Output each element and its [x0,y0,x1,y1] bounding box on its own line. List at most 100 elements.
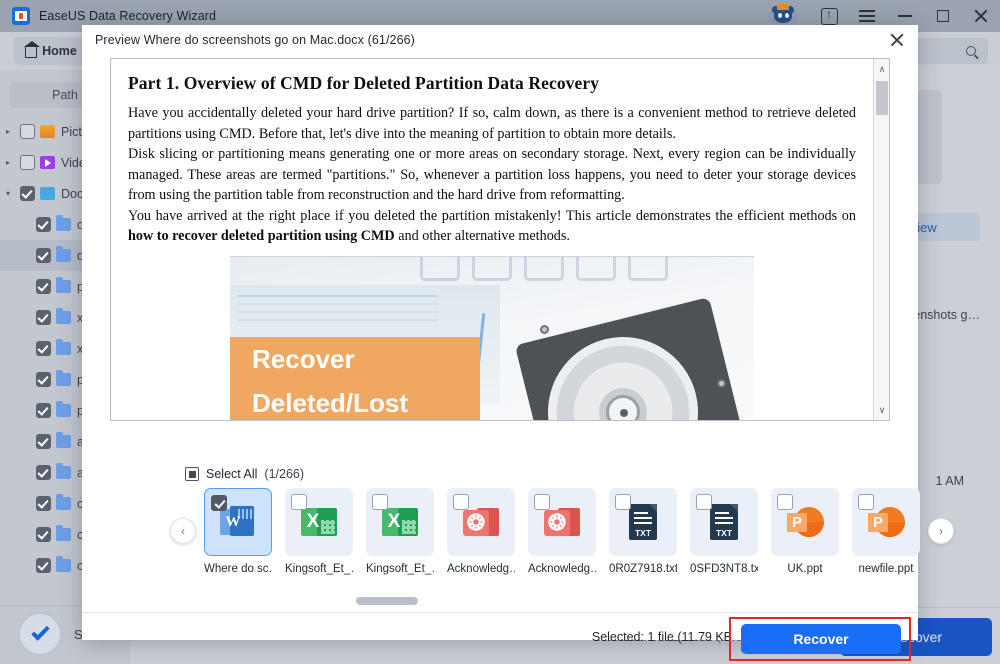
tree-checkbox[interactable] [36,465,51,480]
thumbnail-label: UK.ppt [787,563,823,575]
thumbnail-box[interactable]: TXT [609,488,677,556]
thumbnail-label: newfile.ppt [858,563,914,575]
tree-checkbox[interactable] [36,310,51,325]
thumbnail-item[interactable]: P UK.ppt [771,488,839,575]
folder-icon [56,277,71,293]
folder-icon [56,556,71,572]
close-button[interactable] [962,0,1000,32]
thumbnail-checkbox[interactable] [696,494,712,510]
thumbnail-label: Kingsoft_Et_… [366,563,434,575]
thumbnail-checkbox[interactable] [858,494,874,510]
dialog-title: Preview Where do screenshots go on Mac.d… [95,33,415,47]
document-preview-panel: Part 1. Overview of CMD for Deleted Part… [110,58,890,421]
thumbnail-checkbox[interactable] [777,494,793,510]
app-title: EaseUS Data Recovery Wizard [39,9,217,23]
documents-icon [40,187,55,200]
background-file-time: 1 AM [935,474,965,488]
thumbnail-box[interactable]: ❂ [528,488,596,556]
tree-twisty-icon[interactable]: ▸ [6,158,20,167]
folder-icon [56,432,71,448]
preview-dialog: Preview Where do screenshots go on Mac.d… [82,25,954,661]
thumbnail-label: Acknowledg… [447,563,515,575]
document-vertical-scrollbar[interactable]: ∧ ∨ [873,59,889,420]
thumbnail-item[interactable]: W Where do sc… [204,488,272,575]
tree-checkbox[interactable] [20,124,35,139]
hscrollbar-thumb[interactable] [356,597,418,605]
tree-checkbox[interactable] [36,434,51,449]
thumbnail-prev-button[interactable]: ‹ [170,518,196,544]
thumbnail-checkbox[interactable] [534,494,550,510]
thumbnail-box[interactable]: W [204,488,272,556]
tree-checkbox[interactable] [36,248,51,263]
tree-checkbox[interactable] [36,217,51,232]
scrollbar-thumb[interactable] [876,81,888,115]
folder-icon [56,463,71,479]
thumbnail-item[interactable]: ❂ Acknowledg… [528,488,596,575]
select-all-checkbox[interactable] [185,467,199,481]
scroll-down-icon[interactable]: ∨ [874,402,890,418]
para3-part-c: and other alternative methods. [394,228,570,244]
thumbnail-box[interactable]: X [366,488,434,556]
image-text-line2: Deleted/Lost [252,387,409,418]
thumbnail-box[interactable]: P [852,488,920,556]
document-paragraph-3: You have arrived at the right place if y… [128,206,856,247]
app-logo-icon [12,7,30,25]
folder-icon [56,494,71,510]
home-label: Home [42,44,77,58]
thumbnail-checkbox[interactable] [211,495,227,511]
para3-part-a: You have arrived at the right place if y… [128,207,856,224]
thumbnail-box[interactable]: P [771,488,839,556]
maximize-button[interactable] [924,0,962,32]
tree-checkbox[interactable] [36,403,51,418]
select-all-count: (1/266) [264,467,305,481]
tree-checkbox[interactable] [36,341,51,356]
folder-icon [56,525,71,541]
screenshot-root: EaseUS Data Recovery Wizard Home [0,0,1000,664]
tree-checkbox[interactable] [20,186,35,201]
thumbnail-label: Acknowledg… [528,563,596,575]
dialog-close-icon[interactable] [880,25,914,55]
thumbnail-list: W Where do sc… X Kingsoft_Et_… X Kingsoft_Et_… [204,488,920,575]
thumbnail-checkbox[interactable] [453,494,469,510]
document-paragraph-2: Disk slicing or partitioning means gener… [128,146,856,203]
recover-button[interactable]: Recover [741,624,901,654]
thumbnail-checkbox[interactable] [291,494,307,510]
thumbnail-item[interactable]: TXT 0SFD3NT8.txt [690,488,758,575]
thumbnail-horizontal-scrollbar[interactable] [110,597,890,606]
thumbnail-item[interactable]: TXT 0R0Z7918.txt [609,488,677,575]
folder-icon [56,370,71,386]
thumbnail-item[interactable]: X Kingsoft_Et_… [366,488,434,575]
thumbnail-checkbox[interactable] [615,494,631,510]
tree-checkbox[interactable] [20,155,35,170]
hard-drive-photo [514,296,746,420]
thumbnail-label: Kingsoft_Et_… [285,563,353,575]
thumbnail-box[interactable]: TXT [690,488,758,556]
select-all-row[interactable]: Select All (1/266) [185,467,304,481]
thumbnail-strip: ‹ W Where do sc… X Kingsoft_Et_… X Kingsoft_E… [170,488,954,600]
folder-icon [56,339,71,355]
document-heading: Part 1. Overview of CMD for Deleted Part… [128,73,600,93]
tree-twisty-icon[interactable]: ▸ [6,127,20,136]
tree-checkbox[interactable] [36,496,51,511]
pictures-icon [40,125,55,138]
thumbnail-box[interactable]: X [285,488,353,556]
thumbnail-item[interactable]: Pnewfile.ppt [852,488,920,575]
document-page: Part 1. Overview of CMD for Deleted Part… [111,59,873,420]
thumbnail-item[interactable]: ❂ Acknowledg… [447,488,515,575]
thumbnail-box[interactable]: ❂ [447,488,515,556]
tree-checkbox[interactable] [36,558,51,573]
tree-checkbox[interactable] [36,279,51,294]
home-button[interactable]: Home [14,37,88,65]
dialog-titlebar: Preview Where do screenshots go on Mac.d… [82,25,918,55]
videos-icon [40,156,55,169]
scroll-up-icon[interactable]: ∧ [874,61,890,77]
tree-checkbox[interactable] [36,372,51,387]
tree-twisty-icon[interactable]: ▾ [6,189,20,198]
background-file-name: enshots g… [913,308,980,322]
thumbnail-next-button[interactable]: › [928,518,954,544]
image-orange-banner: Recover Deleted/Lost [230,336,480,420]
thumbnail-checkbox[interactable] [372,494,388,510]
tree-checkbox[interactable] [36,527,51,542]
dialog-footer-divider [82,612,918,613]
thumbnail-item[interactable]: X Kingsoft_Et_… [285,488,353,575]
